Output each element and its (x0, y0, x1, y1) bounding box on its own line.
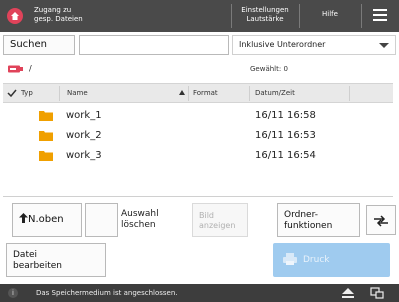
print-label: Druck (303, 255, 330, 265)
file-datetime: 16/11 16:58 (255, 110, 316, 121)
file-name: work_2 (66, 130, 102, 141)
sort-ascending-icon (179, 90, 185, 95)
info-icon: i (8, 288, 18, 298)
refresh-icon[interactable] (366, 205, 396, 235)
page-title: Zugang zu gesp. Dateien (34, 6, 83, 23)
arrow-up-icon (19, 213, 28, 223)
help-button[interactable]: Hilfe (302, 10, 358, 19)
selected-count: Gewählt: 0 (250, 65, 288, 73)
file-datetime: 16/11 16:53 (255, 130, 316, 141)
current-path: / (29, 64, 32, 73)
table-row[interactable]: work_2 16/11 16:53 (3, 128, 393, 146)
status-message: Das Speichermedium ist angeschlossen. (36, 289, 178, 297)
file-name: work_1 (66, 110, 102, 121)
top-bar: Zugang zu gesp. Dateien Einstellungen La… (0, 0, 399, 32)
column-datetime[interactable]: Datum/Zeit (255, 89, 295, 97)
folder-functions-button[interactable]: Ordner- funktionen (277, 203, 360, 237)
list-divider (3, 196, 393, 197)
print-button[interactable]: Druck (273, 243, 390, 277)
search-button[interactable]: Suchen (3, 35, 75, 55)
edit-file-button[interactable]: Datei bearbeiten (6, 243, 106, 277)
column-format[interactable]: Format (193, 89, 218, 97)
column-type[interactable]: Typ (21, 89, 33, 97)
file-datetime: 16/11 16:54 (255, 150, 316, 161)
deselect-button[interactable]: Auswahl löschen (121, 203, 159, 231)
home-icon[interactable] (7, 8, 23, 24)
file-table-header: Typ Name Format Datum/Zeit (3, 83, 393, 103)
table-row[interactable]: work_1 16/11 16:58 (3, 108, 393, 126)
folder-icon (39, 151, 53, 161)
scope-select[interactable]: Inklusive Unterordner (232, 35, 396, 55)
file-name: work_3 (66, 150, 102, 161)
folder-icon (39, 131, 53, 141)
show-image-button[interactable]: Bild anzeigen (192, 203, 248, 237)
menu-icon[interactable] (373, 9, 387, 23)
folder-icon (39, 111, 53, 121)
status-bar: i Das Speichermedium ist angeschlossen. (0, 284, 399, 302)
path-row: / Gewählt: 0 (0, 60, 399, 80)
settings-volume-button[interactable]: Einstellungen Lautstärke (234, 6, 296, 24)
blank-button[interactable] (85, 203, 118, 237)
check-icon[interactable] (7, 89, 17, 97)
search-input[interactable] (79, 35, 229, 55)
column-name[interactable]: Name (67, 89, 88, 97)
device-status-icon[interactable] (370, 287, 384, 299)
storage-media-icon (8, 65, 23, 73)
chevron-down-icon (379, 43, 389, 48)
up-level-label: N.oben (28, 214, 64, 225)
printer-icon (283, 253, 297, 265)
eject-icon[interactable] (342, 288, 354, 298)
table-row[interactable]: work_3 16/11 16:54 (3, 148, 393, 166)
up-level-button[interactable]: N.oben (12, 203, 82, 237)
